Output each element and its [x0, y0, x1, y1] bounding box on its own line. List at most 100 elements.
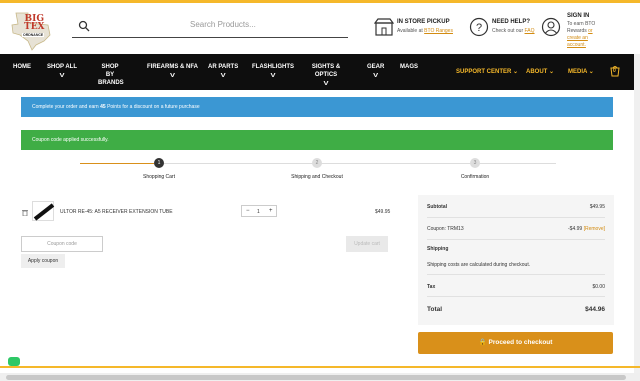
logo-text-ordnance: ORDNANCE — [22, 33, 45, 37]
coupon-success-alert: Coupon code applied successfully. — [21, 130, 613, 150]
right-scroll-gutter — [634, 54, 640, 374]
nav-label: SIGHTS & OPTICS — [311, 64, 341, 78]
product-name-link[interactable]: ULTOR RE-45: A5 RECEIVER EXTENSION TUBE — [60, 209, 173, 215]
nav-label: MAGS — [400, 64, 418, 70]
signin-or: or — [588, 28, 593, 34]
remove-coupon-link[interactable]: [Remove] — [584, 226, 605, 232]
divider — [427, 217, 605, 218]
points-number: 45 — [100, 104, 106, 110]
search-icon[interactable] — [78, 20, 90, 32]
user-icon[interactable] — [541, 17, 561, 37]
main-nav: HOME SHOP ALL v SHOP BY BRANDS FIREARMS &… — [0, 54, 634, 90]
search-input[interactable]: Search Products... — [190, 20, 256, 29]
subtotal-label: Subtotal — [427, 204, 447, 210]
qty-minus-button[interactable]: − — [246, 208, 250, 214]
qty-plus-button[interactable]: + — [269, 208, 273, 214]
points-text-pre: Complete your order and earn — [32, 104, 99, 110]
nav-item-shop-all[interactable]: SHOP ALL v — [47, 63, 77, 80]
nav-item-sights-optics[interactable]: SIGHTS & OPTICS v — [310, 63, 342, 88]
search-bar[interactable]: Search Products... — [72, 15, 348, 38]
line-item-price: $49.95 — [375, 209, 391, 215]
coupon-code-input[interactable]: Coupon code — [21, 236, 103, 252]
quantity-stepper[interactable]: − 1 + — [241, 205, 277, 217]
divider — [427, 274, 605, 275]
shipping-label: Shipping — [427, 246, 449, 252]
cart-count: 0 — [613, 68, 616, 74]
nav-item-shop-by-brands[interactable]: SHOP BY BRANDS — [98, 63, 124, 87]
nav-item-support-center[interactable]: SUPPORT CENTER ⌄ — [456, 68, 518, 76]
total-value: $44.96 — [585, 306, 605, 313]
footer-accent-stripe — [0, 366, 640, 368]
pickup-title: IN STORE PICKUP — [397, 19, 450, 25]
nav-label: FIREARMS & NFA — [147, 64, 198, 70]
tax-value: $0.00 — [592, 284, 605, 290]
faq-link[interactable]: FAQ — [525, 28, 535, 34]
step-3-dot: 3 — [470, 158, 480, 168]
checkout-progress: 1 2 3 Shopping Cart Shipping and Checkou… — [80, 157, 556, 185]
bto-ranges-link[interactable]: BTO Ranges — [424, 28, 453, 34]
cart-item-row: ULTOR RE-45: A5 RECEIVER EXTENSION TUBE … — [21, 199, 393, 225]
nav-item-mags[interactable]: MAGS — [400, 63, 418, 71]
svg-text:?: ? — [476, 22, 482, 34]
signin-title[interactable]: SIGN IN — [567, 13, 589, 19]
chevron-down-icon: ⌄ — [549, 69, 555, 75]
chevron-down-icon: v — [373, 73, 379, 79]
order-summary: Subtotal $49.95 Coupon: TRM13 -$4.99 [Re… — [418, 195, 614, 325]
coupon-success-text: Coupon code applied successfully. — [32, 137, 109, 143]
chevron-down-icon: ⌄ — [588, 69, 594, 75]
nav-label: SUPPORT CENTER — [456, 69, 512, 75]
step-1-label: Shopping Cart — [143, 174, 175, 180]
step-1-dot: 1 — [154, 158, 164, 168]
nav-item-gear[interactable]: GEAR v — [367, 63, 384, 80]
nav-item-firearms-nfa[interactable]: FIREARMS & NFA v — [147, 63, 198, 80]
step-2-label: Shipping and Checkout — [291, 174, 343, 180]
chevron-down-icon: v — [323, 81, 329, 87]
nav-item-media[interactable]: MEDIA ⌄ — [568, 68, 594, 76]
chevron-down-icon: v — [59, 73, 65, 79]
divider — [427, 239, 605, 240]
question-icon: ? — [469, 17, 489, 37]
nav-label: SHOP BY BRANDS — [98, 64, 124, 86]
nav-label: FLASHLIGHTS — [252, 64, 294, 70]
update-cart-button[interactable]: Update cart — [346, 236, 388, 252]
nav-item-ar-parts[interactable]: AR PARTS v — [208, 63, 238, 80]
help-title: NEED HELP? — [492, 19, 531, 25]
chevron-down-icon: v — [169, 73, 176, 79]
store-icon — [374, 18, 394, 36]
chevron-down-icon: v — [270, 73, 276, 79]
subtotal-value: $49.95 — [589, 204, 605, 210]
chat-widget-icon[interactable] — [8, 357, 20, 366]
trash-icon[interactable] — [22, 209, 28, 216]
points-alert: Complete your order and earn 45 Points f… — [21, 97, 613, 117]
progress-line-done — [80, 163, 154, 164]
qty-value[interactable]: 1 — [257, 209, 260, 215]
nav-item-about[interactable]: ABOUT ⌄ — [526, 68, 554, 76]
proceed-to-checkout-button[interactable]: 🔒 Proceed to checkout — [418, 332, 613, 354]
nav-label: GEAR — [367, 64, 385, 70]
tax-label: Tax — [427, 284, 436, 290]
nav-label: ABOUT — [526, 69, 548, 75]
pickup-text: Available at — [397, 28, 423, 34]
nav-item-flashlights[interactable]: FLASHLIGHTS v — [252, 63, 294, 80]
site-logo[interactable]: BIG TEX ORDNANCE — [10, 11, 54, 51]
checkout-label: Proceed to checkout — [488, 339, 553, 346]
nav-item-home[interactable]: HOME — [13, 63, 31, 71]
apply-coupon-button[interactable]: Apply coupon — [21, 254, 65, 268]
help-text: Check out our — [492, 28, 524, 34]
progress-line-todo — [164, 163, 556, 164]
points-text-post: Points for a discount on a future purcha… — [107, 104, 200, 110]
product-thumbnail[interactable] — [32, 201, 55, 221]
lock-icon: 🔒 — [478, 339, 487, 346]
step-2-dot: 2 — [312, 158, 322, 168]
create-account-link[interactable]: create an account. — [567, 35, 588, 48]
nav-label: SHOP ALL — [47, 64, 78, 70]
coupon-value: -$4.99 — [568, 226, 583, 232]
nav-label: AR PARTS — [208, 64, 239, 70]
nav-label: HOME — [13, 64, 31, 70]
site-header: BIG TEX ORDNANCE Search Products... IN S… — [0, 3, 640, 54]
shipping-note: Shipping costs are calculated during che… — [427, 262, 531, 268]
horizontal-scrollbar[interactable] — [6, 375, 626, 380]
product-image — [33, 203, 55, 221]
divider — [427, 296, 605, 297]
coupon-label: Coupon: TRM13 — [427, 226, 464, 232]
